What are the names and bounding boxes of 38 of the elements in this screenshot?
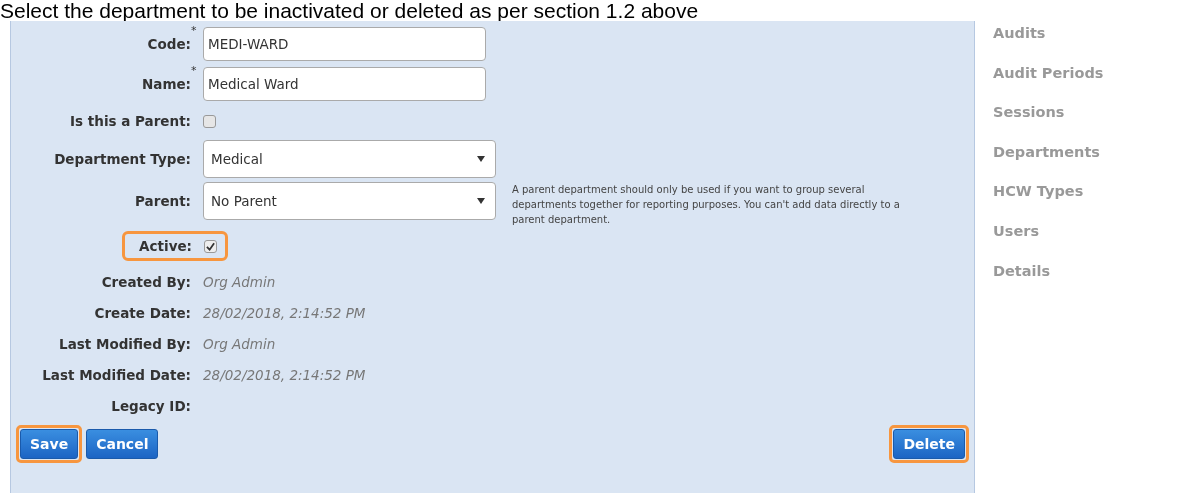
sidebar-link[interactable]: Details <box>993 262 1104 303</box>
sidebar-link[interactable]: Audits <box>993 25 1104 65</box>
field-label: Last Modified By: <box>59 335 191 352</box>
checkbox[interactable] <box>204 239 217 253</box>
caret-icon <box>477 197 485 205</box>
field-value: 28/02/2018, 2:14:52 PM <box>203 366 366 383</box>
field-label: Create Date: <box>94 304 191 321</box>
field-value: Org Admin <box>203 335 276 352</box>
sidebar-link[interactable]: Departments <box>993 143 1104 184</box>
text-field[interactable]: Medical Ward <box>203 67 486 101</box>
field-value: Org Admin <box>203 273 276 290</box>
dropdown-field[interactable]: No Parent <box>203 182 496 220</box>
action-button[interactable]: Delete <box>893 429 965 459</box>
help-text: A parent department should only be used if you want to group several departments together for reporting purposes. You can't add data directly to a parent department. <box>512 183 901 227</box>
sidebar-link[interactable]: Sessions <box>993 104 1104 144</box>
field-label: Active: <box>139 238 192 254</box>
sidebar-link[interactable]: Users <box>993 222 1104 263</box>
field-label: Parent: <box>135 193 191 209</box>
text-field[interactable]: MEDI-WARD <box>203 27 486 61</box>
field-label: Last Modified Date: <box>42 366 191 383</box>
check-icon <box>206 241 215 251</box>
action-button[interactable]: Cancel <box>86 429 159 459</box>
field-label: Code: <box>147 36 191 52</box>
field-label: Created By: <box>101 273 191 290</box>
dropdown-field[interactable]: Medical <box>203 140 496 178</box>
instruction-text: Select the department to be inactivated or deleted as per section 1.2 above <box>0 0 700 21</box>
field-label: Department Type: <box>54 151 191 167</box>
field-label: Name: <box>141 76 191 92</box>
required-mark: * <box>191 64 198 77</box>
checkbox[interactable] <box>203 114 216 128</box>
sidebar-link[interactable]: HCW Types <box>993 183 1104 223</box>
sidebar-link[interactable]: Audit Periods <box>993 64 1104 105</box>
field-label: Is this a Parent: <box>70 113 191 129</box>
action-button[interactable]: Save <box>20 429 79 459</box>
caret-icon <box>477 155 485 163</box>
field-label: Legacy ID: <box>111 397 191 414</box>
required-mark: * <box>191 24 198 37</box>
field-value: 28/02/2018, 2:14:52 PM <box>203 304 366 321</box>
